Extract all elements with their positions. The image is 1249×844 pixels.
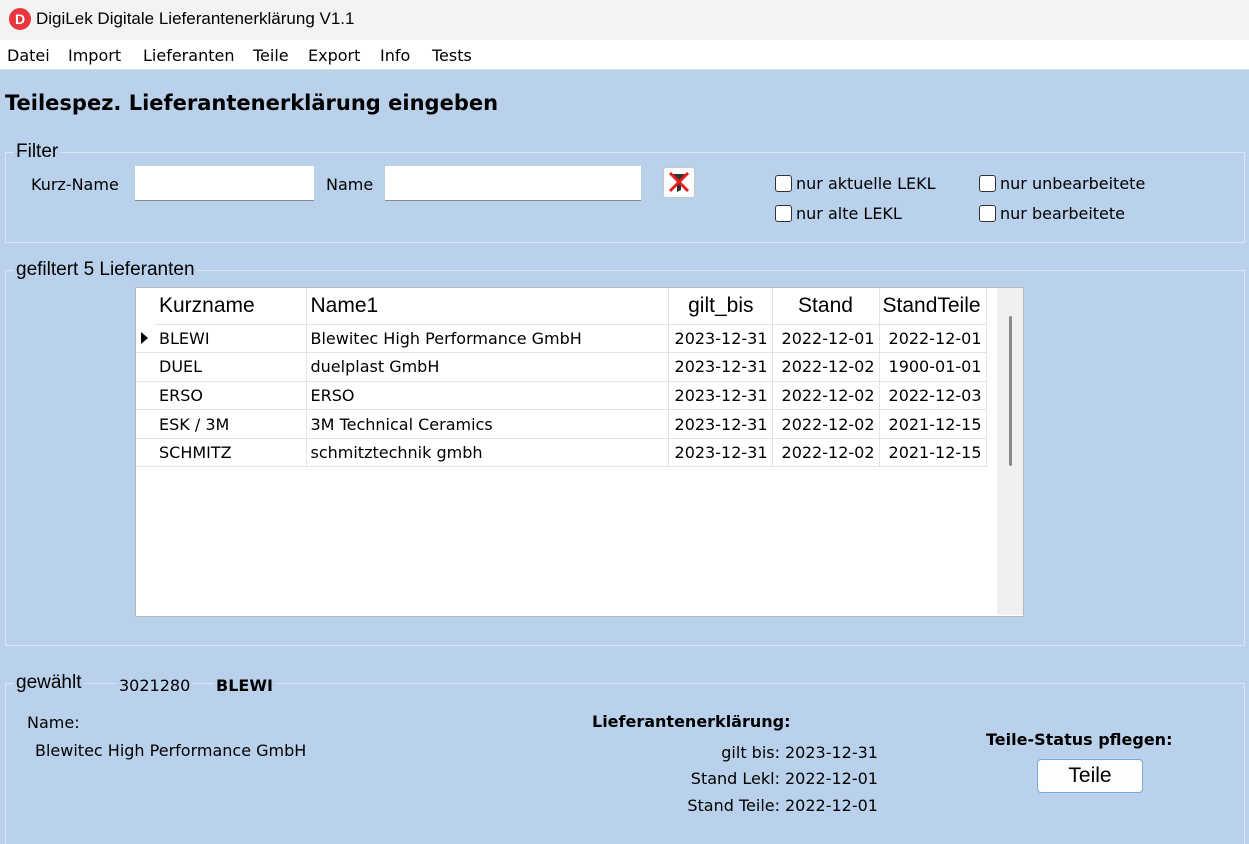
cell-kurzname[interactable]: BLEWI bbox=[155, 324, 307, 354]
checkbox-nur-bearbeitete[interactable]: nur bearbeitete bbox=[979, 204, 1125, 223]
selected-id: 3021280 bbox=[117, 676, 193, 695]
app-logo-icon: D bbox=[9, 8, 31, 30]
checkbox-box[interactable] bbox=[775, 205, 792, 222]
table-row[interactable]: ESK / 3M 3M Technical Ceramics 2023-12-3… bbox=[136, 409, 987, 439]
kurzname-input[interactable] bbox=[135, 166, 314, 201]
title-bar: D DigiLek Digitale Lieferantenerklärung … bbox=[0, 0, 1249, 40]
checkbox-box[interactable] bbox=[979, 175, 996, 192]
selected-name-label: Name: bbox=[27, 713, 80, 732]
menu-tests[interactable]: Tests bbox=[432, 46, 472, 65]
clear-filter-icon bbox=[668, 171, 690, 193]
cell-stand[interactable]: 2022-12-02 bbox=[772, 409, 880, 439]
cell-kurzname[interactable]: SCHMITZ bbox=[155, 438, 307, 468]
cell-name1[interactable]: duelplast GmbH bbox=[306, 352, 669, 382]
checkbox-nur-alte-lekl[interactable]: nur alte LEKL bbox=[775, 204, 902, 223]
column-header-gilt-bis[interactable]: gilt_bis bbox=[668, 288, 773, 325]
current-row-arrow-icon bbox=[141, 331, 148, 344]
cell-gilt-bis[interactable]: 2023-12-31 bbox=[668, 438, 773, 468]
checkbox-label: nur bearbeitete bbox=[1000, 204, 1126, 223]
menu-teile[interactable]: Teile bbox=[253, 46, 289, 65]
selected-kurzname: BLEWI bbox=[214, 676, 275, 695]
cell-kurzname[interactable]: DUEL bbox=[155, 352, 307, 382]
teile-button[interactable]: Teile bbox=[1037, 759, 1143, 793]
checkbox-box[interactable] bbox=[775, 175, 792, 192]
cell-name1[interactable]: schmitztechnik gmbh bbox=[306, 438, 669, 468]
table-row[interactable]: DUEL duelplast GmbH 2023-12-31 2022-12-0… bbox=[136, 352, 987, 382]
filter-group-label: Filter bbox=[14, 141, 61, 163]
selected-name-value: Blewitec High Performance GmbH bbox=[35, 741, 307, 760]
table-row[interactable]: BLEWI Blewitec High Performance GmbH 202… bbox=[136, 324, 987, 354]
cell-stand[interactable]: 2022-12-02 bbox=[772, 352, 880, 382]
page-title: Teilespez. Lieferantenerklärung eingeben bbox=[5, 91, 499, 115]
cell-standteile[interactable]: 2022-12-03 bbox=[879, 381, 987, 411]
menu-lieferanten[interactable]: Lieferanten bbox=[143, 46, 234, 65]
row-selector[interactable] bbox=[136, 409, 155, 439]
row-selector[interactable] bbox=[136, 352, 155, 382]
menu-export[interactable]: Export bbox=[308, 46, 360, 65]
cell-standteile[interactable]: 2021-12-15 bbox=[879, 438, 987, 468]
cell-gilt-bis[interactable]: 2023-12-31 bbox=[668, 324, 773, 354]
checkbox-label: nur unbearbeitete bbox=[1000, 174, 1146, 193]
cell-gilt-bis[interactable]: 2023-12-31 bbox=[668, 352, 773, 382]
clear-filter-button[interactable] bbox=[663, 167, 695, 198]
cell-name1[interactable]: 3M Technical Ceramics bbox=[306, 409, 669, 439]
checkbox-label: nur alte LEKL bbox=[796, 204, 902, 223]
kurzname-label: Kurz-Name bbox=[31, 175, 119, 194]
cell-stand[interactable]: 2022-12-01 bbox=[772, 324, 880, 354]
selection-group-label: gewählt bbox=[14, 672, 84, 694]
stand-lekl-label: Stand Lekl: bbox=[690, 769, 780, 788]
supplier-grid[interactable]: Kurzname Name1 gilt_bis Stand StandTeile… bbox=[135, 287, 1024, 617]
cell-kurzname[interactable]: ERSO bbox=[155, 381, 307, 411]
stand-teile-value: 2022-12-01 bbox=[785, 796, 878, 815]
table-row[interactable]: ERSO ERSO 2023-12-31 2022-12-02 2022-12-… bbox=[136, 381, 987, 411]
gilt-bis-value: 2023-12-31 bbox=[785, 743, 878, 762]
cell-standteile[interactable]: 2022-12-01 bbox=[879, 324, 987, 354]
column-header-name1[interactable]: Name1 bbox=[306, 288, 669, 325]
cell-standteile[interactable]: 1900-01-01 bbox=[879, 352, 987, 382]
checkbox-nur-unbearbeitete[interactable]: nur unbearbeitete bbox=[979, 174, 1145, 193]
window-title: DigiLek Digitale Lieferantenerklärung V1… bbox=[36, 9, 355, 28]
menu-info[interactable]: Info bbox=[380, 46, 410, 65]
supplier-list-group-label: gefiltert 5 Lieferanten bbox=[14, 259, 197, 281]
gilt-bis-label: gilt bis: bbox=[721, 743, 780, 762]
cell-stand[interactable]: 2022-12-02 bbox=[772, 438, 880, 468]
grid-header-row: Kurzname Name1 gilt_bis Stand StandTeile bbox=[136, 288, 987, 325]
row-selector-header bbox=[136, 288, 155, 324]
cell-name1[interactable]: Blewitec High Performance GmbH bbox=[306, 324, 669, 354]
name-input[interactable] bbox=[385, 166, 641, 201]
row-selector[interactable] bbox=[136, 438, 155, 468]
stand-teile-label: Stand Teile: bbox=[687, 796, 780, 815]
checkbox-nur-aktuelle-lekl[interactable]: nur aktuelle LEKL bbox=[775, 174, 936, 193]
grid-vertical-scrollbar[interactable] bbox=[997, 288, 1023, 615]
row-selector[interactable] bbox=[136, 381, 155, 411]
column-header-standteile[interactable]: StandTeile bbox=[879, 288, 987, 325]
cell-name1[interactable]: ERSO bbox=[306, 381, 669, 411]
lekl-heading: Lieferantenerklärung: bbox=[592, 712, 791, 731]
checkbox-box[interactable] bbox=[979, 205, 996, 222]
cell-standteile[interactable]: 2021-12-15 bbox=[879, 409, 987, 439]
cell-gilt-bis[interactable]: 2023-12-31 bbox=[668, 409, 773, 439]
cell-gilt-bis[interactable]: 2023-12-31 bbox=[668, 381, 773, 411]
row-selector[interactable] bbox=[136, 324, 155, 354]
checkbox-label: nur aktuelle LEKL bbox=[796, 174, 936, 193]
menu-import[interactable]: Import bbox=[68, 46, 121, 65]
scrollbar-thumb[interactable] bbox=[1009, 316, 1012, 466]
teile-status-label: Teile-Status pflegen: bbox=[986, 730, 1173, 749]
column-header-stand[interactable]: Stand bbox=[772, 288, 880, 325]
name-label: Name bbox=[326, 175, 374, 194]
cell-kurzname[interactable]: ESK / 3M bbox=[155, 409, 307, 439]
menu-datei[interactable]: Datei bbox=[7, 46, 50, 65]
menu-bar: Datei Import Lieferanten Teile Export In… bbox=[0, 40, 1249, 70]
stand-lekl-value: 2022-12-01 bbox=[785, 769, 878, 788]
cell-stand[interactable]: 2022-12-02 bbox=[772, 381, 880, 411]
table-row[interactable]: SCHMITZ schmitztechnik gmbh 2023-12-31 2… bbox=[136, 438, 987, 468]
column-header-kurzname[interactable]: Kurzname bbox=[155, 288, 307, 325]
